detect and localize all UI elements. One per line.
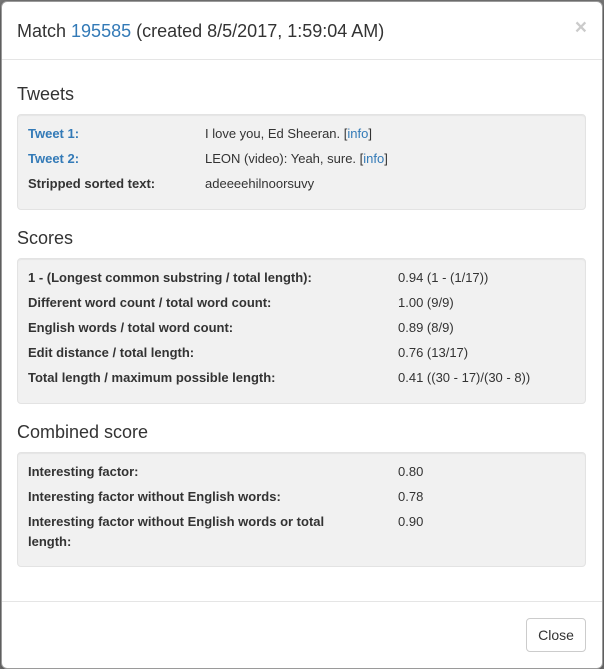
match-details-modal: Match 195585 (created 8/5/2017, 1:59:04 …	[1, 1, 603, 669]
tweet1-link[interactable]: Tweet 1:	[28, 126, 79, 141]
modal-footer: Close	[2, 601, 602, 668]
tweets-panel: Tweet 1: I love you, Ed Sheeran. [info] …	[17, 114, 586, 210]
score-label: Total length / maximum possible length:	[28, 370, 276, 385]
tweet2-label: Tweet 2:	[28, 149, 79, 169]
score-value: 1.00 (9/9)	[398, 295, 454, 310]
title-suffix: (created 8/5/2017, 1:59:04 AM)	[131, 21, 385, 41]
combined-label: Interesting factor:	[28, 464, 139, 479]
tweet1-body: I love you, Ed Sheeran.	[205, 126, 344, 141]
score-value: 0.94 (1 - (1/17))	[398, 270, 489, 285]
stripped-text-label: Stripped sorted text:	[28, 176, 156, 191]
combined-value: 0.80	[398, 464, 424, 479]
score-value: 0.76 (13/17)	[398, 345, 469, 360]
tweet2-text: LEON (video): Yeah, sure. [info]	[205, 149, 388, 169]
close-button[interactable]: Close	[526, 618, 586, 652]
bracket-close: ]	[368, 126, 372, 141]
score-label: 1 - (Longest common substring / total le…	[28, 270, 312, 285]
score-label: English words / total word count:	[28, 320, 234, 335]
scores-panel: 1 - (Longest common substring / total le…	[17, 258, 586, 404]
close-x-icon[interactable]: ×	[575, 17, 587, 38]
combined-score-heading: Combined score	[17, 422, 149, 442]
combined-label-continued: length:	[28, 534, 72, 549]
title-prefix: Match	[17, 21, 72, 41]
combined-label: Interesting factor without English words…	[28, 514, 325, 529]
tweet1-text: I love you, Ed Sheeran. [info]	[205, 124, 372, 144]
combined-score-panel: Interesting factor: 0.80 Interesting fac…	[17, 452, 586, 567]
combined-label: Interesting factor without English words…	[28, 489, 281, 504]
stripped-text-value: adeeeehilnoorsuvy	[205, 176, 315, 191]
score-label: Different word count / total word count:	[28, 295, 272, 310]
tweet1-label: Tweet 1:	[28, 124, 79, 144]
modal-title: Match 195585 (created 8/5/2017, 1:59:04 …	[17, 21, 384, 42]
score-value: 0.41 ((30 - 17)/(30 - 8))	[398, 370, 531, 385]
tweet1-info-link[interactable]: info	[347, 126, 368, 141]
combined-value: 0.78	[398, 489, 424, 504]
match-id-link[interactable]: 195585	[71, 21, 131, 41]
combined-value: 0.90	[398, 514, 424, 529]
tweet2-link[interactable]: Tweet 2:	[28, 151, 79, 166]
tweet2-body: LEON (video): Yeah, sure.	[205, 151, 360, 166]
modal-header: Match 195585 (created 8/5/2017, 1:59:04 …	[2, 2, 602, 60]
score-label: Edit distance / total length:	[28, 345, 195, 360]
scores-heading: Scores	[17, 228, 74, 248]
bracket-close: ]	[384, 151, 388, 166]
tweet2-info-link[interactable]: info	[363, 151, 384, 166]
score-value: 0.89 (8/9)	[398, 320, 454, 335]
tweets-heading: Tweets	[17, 84, 75, 104]
